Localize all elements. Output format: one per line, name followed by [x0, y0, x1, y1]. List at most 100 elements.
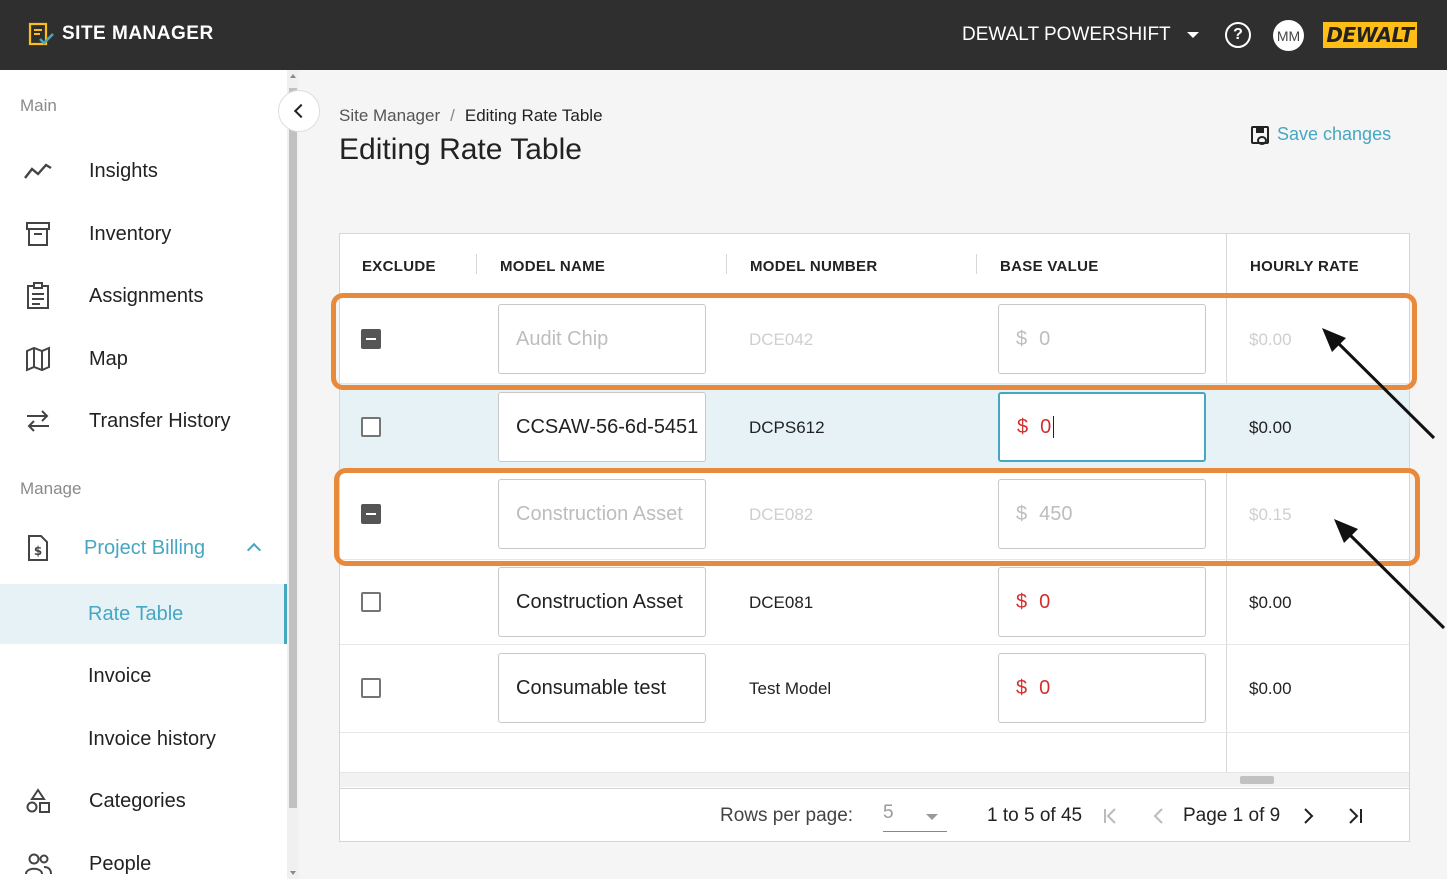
sidebar-item-label: Transfer History [89, 409, 231, 432]
last-page-icon[interactable] [1344, 805, 1366, 827]
exclude-checkbox[interactable] [361, 592, 381, 612]
model-name-input[interactable]: Construction Asset [498, 479, 706, 549]
column-divider[interactable] [976, 254, 977, 274]
help-icon[interactable]: ? [1225, 22, 1251, 48]
column-header-model-name[interactable]: MODEL NAME [500, 258, 605, 275]
model-name-input[interactable]: Construction Asset [498, 567, 706, 637]
currency-symbol: $ [1016, 590, 1028, 613]
first-page-icon[interactable] [1100, 805, 1122, 827]
tenant-name: DEWALT POWERSHIFT [962, 24, 1171, 45]
exclude-checkbox[interactable] [361, 329, 381, 349]
table-header: EXCLUDE MODEL NAME MODEL NUMBER BASE VAL… [340, 234, 1409, 296]
hourly-rate: $0.00 [1249, 593, 1292, 612]
column-header-model-number[interactable]: MODEL NUMBER [750, 258, 878, 275]
column-divider[interactable] [476, 254, 477, 274]
column-header-hourly-rate[interactable]: HOURLY RATE [1250, 258, 1359, 275]
sidebar-item-assignments[interactable]: Assignments [0, 266, 287, 326]
breadcrumb-current: Editing Rate Table [464, 106, 603, 125]
sidebar-item-map[interactable]: Map [0, 329, 287, 389]
base-value-input[interactable]: $450 [998, 479, 1206, 549]
rows-per-page-label: Rows per page: [720, 805, 854, 826]
dewalt-logo: DEWALT [1323, 22, 1417, 48]
sidebar-item-label: Invoice history [88, 727, 216, 750]
sidebar-item-rate-table[interactable]: Rate Table [0, 584, 287, 644]
horizontal-scrollbar[interactable] [340, 772, 1409, 787]
sidebar-item-label: People [89, 852, 152, 875]
currency-symbol: $ [1016, 502, 1028, 525]
sidebar-item-invoice-history[interactable]: Invoice history [0, 709, 287, 769]
table-row: Consumable test Test Model $0 $0.00 [340, 645, 1409, 733]
base-value-input[interactable]: $0 [998, 653, 1206, 723]
previous-page-icon[interactable] [1148, 805, 1170, 827]
sidebar-item-invoice[interactable]: Invoice [0, 646, 287, 706]
sidebar-item-categories[interactable]: Categories [0, 771, 287, 831]
avatar[interactable]: MM [1273, 20, 1304, 51]
sidebar-item-people[interactable]: People [0, 834, 287, 879]
scroll-down-icon[interactable] [290, 871, 296, 875]
breadcrumb-root[interactable]: Site Manager [339, 106, 440, 125]
base-value-input[interactable]: $0 [998, 304, 1206, 374]
section-label-main: Main [20, 96, 57, 115]
sidebar-item-label: Rate Table [88, 602, 184, 625]
sidebar-scrollbar[interactable] [287, 70, 299, 879]
collapse-sidebar-button[interactable] [278, 90, 320, 132]
map-icon [24, 345, 52, 373]
column-divider[interactable] [726, 254, 727, 274]
hourly-rate: $0.00 [1249, 418, 1292, 437]
scrollbar-thumb[interactable] [1240, 776, 1274, 784]
model-name-input[interactable]: Audit Chip [498, 304, 706, 374]
base-value: 0 [1039, 590, 1051, 613]
chevron-left-icon [293, 103, 309, 119]
page-info: Page 1 of 9 [1183, 805, 1281, 826]
rows-per-page-select[interactable]: 5 [883, 802, 947, 832]
app-title: SITE MANAGER [62, 23, 214, 44]
sidebar-item-insights[interactable]: Insights [0, 141, 287, 201]
sidebar-item-label: Map [89, 347, 128, 370]
exclude-checkbox[interactable] [361, 417, 381, 437]
sidebar-item-label: Invoice [88, 664, 152, 687]
currency-symbol: $ [1016, 327, 1028, 350]
breadcrumb-separator: / [450, 106, 455, 125]
table-row: CCSAW-56-6d-5451 DCPS612 $0 $0.00 [340, 384, 1409, 472]
caret-down-icon [1186, 32, 1199, 38]
table-row: Construction Asset DCE082 $450 $0.15 [340, 472, 1409, 560]
base-value: 0 [1039, 327, 1051, 350]
save-label: Save changes [1277, 124, 1392, 144]
scroll-up-icon[interactable] [290, 74, 296, 78]
next-page-icon[interactable] [1297, 805, 1319, 827]
exclude-checkbox[interactable] [361, 504, 381, 524]
section-label-manage: Manage [20, 479, 82, 498]
sidebar-item-label: Inventory [89, 222, 172, 245]
column-header-exclude[interactable]: EXCLUDE [362, 258, 436, 275]
sidebar-item-label: Assignments [89, 284, 204, 307]
tenant-selector[interactable]: DEWALT POWERSHIFT [962, 24, 1199, 46]
model-name-input[interactable]: Consumable test [498, 653, 706, 723]
table-row: Audit Chip DCE042 $0 $0.00 [340, 296, 1409, 384]
trending-up-icon [24, 157, 52, 185]
archive-box-icon [24, 220, 52, 248]
base-value-input[interactable]: $0 [998, 392, 1206, 462]
pagination-bar: Rows per page: 5 1 to 5 of 45 Page 1 of … [340, 788, 1409, 842]
transfer-arrows-icon [24, 407, 52, 435]
rows-per-page-value: 5 [883, 802, 894, 823]
save-changes-button[interactable]: Save changes [1251, 124, 1391, 145]
column-header-base-value[interactable]: BASE VALUE [1000, 258, 1099, 275]
scrollbar-thumb[interactable] [289, 88, 297, 808]
sidebar-item-transfer-history[interactable]: Transfer History [0, 391, 287, 451]
table-row: Construction Asset DCE081 $0 $0.00 [340, 560, 1409, 645]
sidebar-item-label: Categories [89, 789, 186, 812]
sidebar-item-inventory[interactable]: Inventory [0, 204, 287, 264]
shapes-icon [24, 787, 52, 815]
breadcrumb: Site Manager / Editing Rate Table [339, 106, 603, 126]
hourly-rate: $0.00 [1249, 679, 1292, 698]
sidebar-item-label: Project Billing [84, 536, 206, 559]
sidebar-group-project-billing[interactable]: $ Project Billing [0, 518, 287, 578]
page-title: Editing Rate Table [339, 133, 582, 166]
exclude-checkbox[interactable] [361, 678, 381, 698]
clipboard-icon [24, 282, 52, 310]
caret-down-icon [926, 814, 938, 820]
model-name-input[interactable]: CCSAW-56-6d-5451 [498, 392, 706, 462]
text-cursor [1053, 416, 1055, 438]
brand[interactable]: SITE MANAGER [28, 22, 214, 46]
base-value-input[interactable]: $0 [998, 567, 1206, 637]
